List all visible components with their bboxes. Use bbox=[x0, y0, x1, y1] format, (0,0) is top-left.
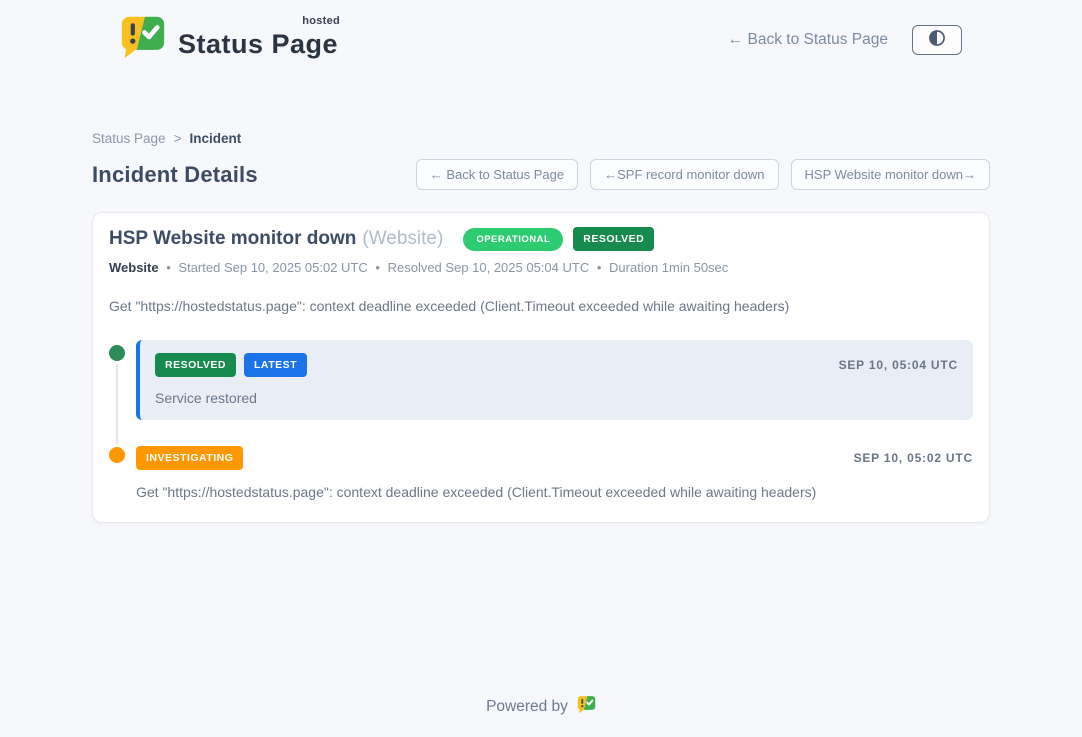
operational-badge: OPERATIONAL bbox=[463, 228, 563, 251]
theme-toggle-button[interactable] bbox=[912, 25, 962, 55]
page-title: Incident Details bbox=[92, 162, 258, 188]
incident-nav-buttons: ← Back to Status Page ←SPF record monito… bbox=[416, 159, 990, 190]
half-moon-contrast-icon bbox=[927, 28, 947, 51]
green-dot-icon bbox=[109, 345, 125, 361]
incident-meta: Website • Started Sep 10, 2025 05:02 UTC… bbox=[109, 260, 973, 275]
timeline-investigating-badge: INVESTIGATING bbox=[136, 446, 243, 470]
timeline-entry-card: RESOLVED LATEST SEP 10, 05:04 UTC Servic… bbox=[136, 340, 973, 420]
meta-separator: • bbox=[166, 260, 171, 275]
timeline-timestamp: SEP 10, 05:02 UTC bbox=[854, 451, 973, 465]
timeline-timestamp: SEP 10, 05:04 UTC bbox=[839, 358, 958, 372]
header-back-link[interactable]: ← Back to Status Page bbox=[728, 31, 888, 49]
main-content: Status Page > Incident Incident Details … bbox=[92, 131, 990, 523]
timeline-entry-card: INVESTIGATING SEP 10, 05:02 UTC Get "htt… bbox=[136, 446, 973, 500]
header: Status Page hosted ← Back to Status Page bbox=[120, 14, 962, 65]
timeline-entry-investigating: INVESTIGATING SEP 10, 05:02 UTC Get "htt… bbox=[109, 446, 973, 500]
incident-title: HSP Website monitor down bbox=[109, 228, 356, 250]
brand-logo[interactable]: Status Page hosted bbox=[120, 14, 338, 65]
back-to-status-page-button[interactable]: ← Back to Status Page bbox=[416, 159, 578, 190]
powered-by-link[interactable]: Powered by bbox=[486, 695, 596, 719]
brand-name: Status Page hosted bbox=[178, 19, 338, 60]
timeline-entry-resolved: RESOLVED LATEST SEP 10, 05:04 UTC Servic… bbox=[109, 340, 973, 420]
timeline-message: Service restored bbox=[155, 390, 958, 406]
meta-duration: Duration 1min 50sec bbox=[609, 260, 728, 275]
incident-description: Get "https://hostedstatus.page": context… bbox=[109, 298, 973, 314]
powered-by-label: Powered by bbox=[486, 698, 568, 716]
meta-started: Started Sep 10, 2025 05:02 UTC bbox=[178, 260, 367, 275]
meta-separator: • bbox=[597, 260, 602, 275]
timeline-message: Get "https://hostedstatus.page": context… bbox=[136, 484, 973, 500]
resolved-badge: RESOLVED bbox=[573, 227, 654, 251]
meta-separator: • bbox=[375, 260, 380, 275]
incident-timeline: RESOLVED LATEST SEP 10, 05:04 UTC Servic… bbox=[109, 340, 973, 500]
breadcrumb: Status Page > Incident bbox=[92, 131, 990, 146]
breadcrumb-status-page[interactable]: Status Page bbox=[92, 131, 166, 146]
next-incident-button[interactable]: HSP Website monitor down→ bbox=[791, 159, 990, 190]
breadcrumb-incident: Incident bbox=[189, 131, 241, 146]
footer: Powered by © 2025-10-08 14:10:34.772084 … bbox=[0, 695, 1082, 737]
prev-incident-button[interactable]: ←SPF record monitor down bbox=[590, 159, 778, 190]
brand-superscript: hosted bbox=[302, 15, 340, 27]
brand-bubble-icon bbox=[120, 14, 166, 65]
timeline-latest-badge: LATEST bbox=[244, 353, 307, 377]
brand-bubble-icon-small bbox=[577, 695, 596, 719]
breadcrumb-separator: > bbox=[174, 131, 182, 146]
incident-card: HSP Website monitor down (Website) OPERA… bbox=[92, 212, 990, 523]
meta-resolved: Resolved Sep 10, 2025 05:04 UTC bbox=[388, 260, 590, 275]
orange-dot-icon bbox=[109, 447, 125, 463]
meta-component: Website bbox=[109, 260, 159, 275]
incident-component: (Website) bbox=[362, 228, 443, 250]
timeline-resolved-badge: RESOLVED bbox=[155, 353, 236, 377]
